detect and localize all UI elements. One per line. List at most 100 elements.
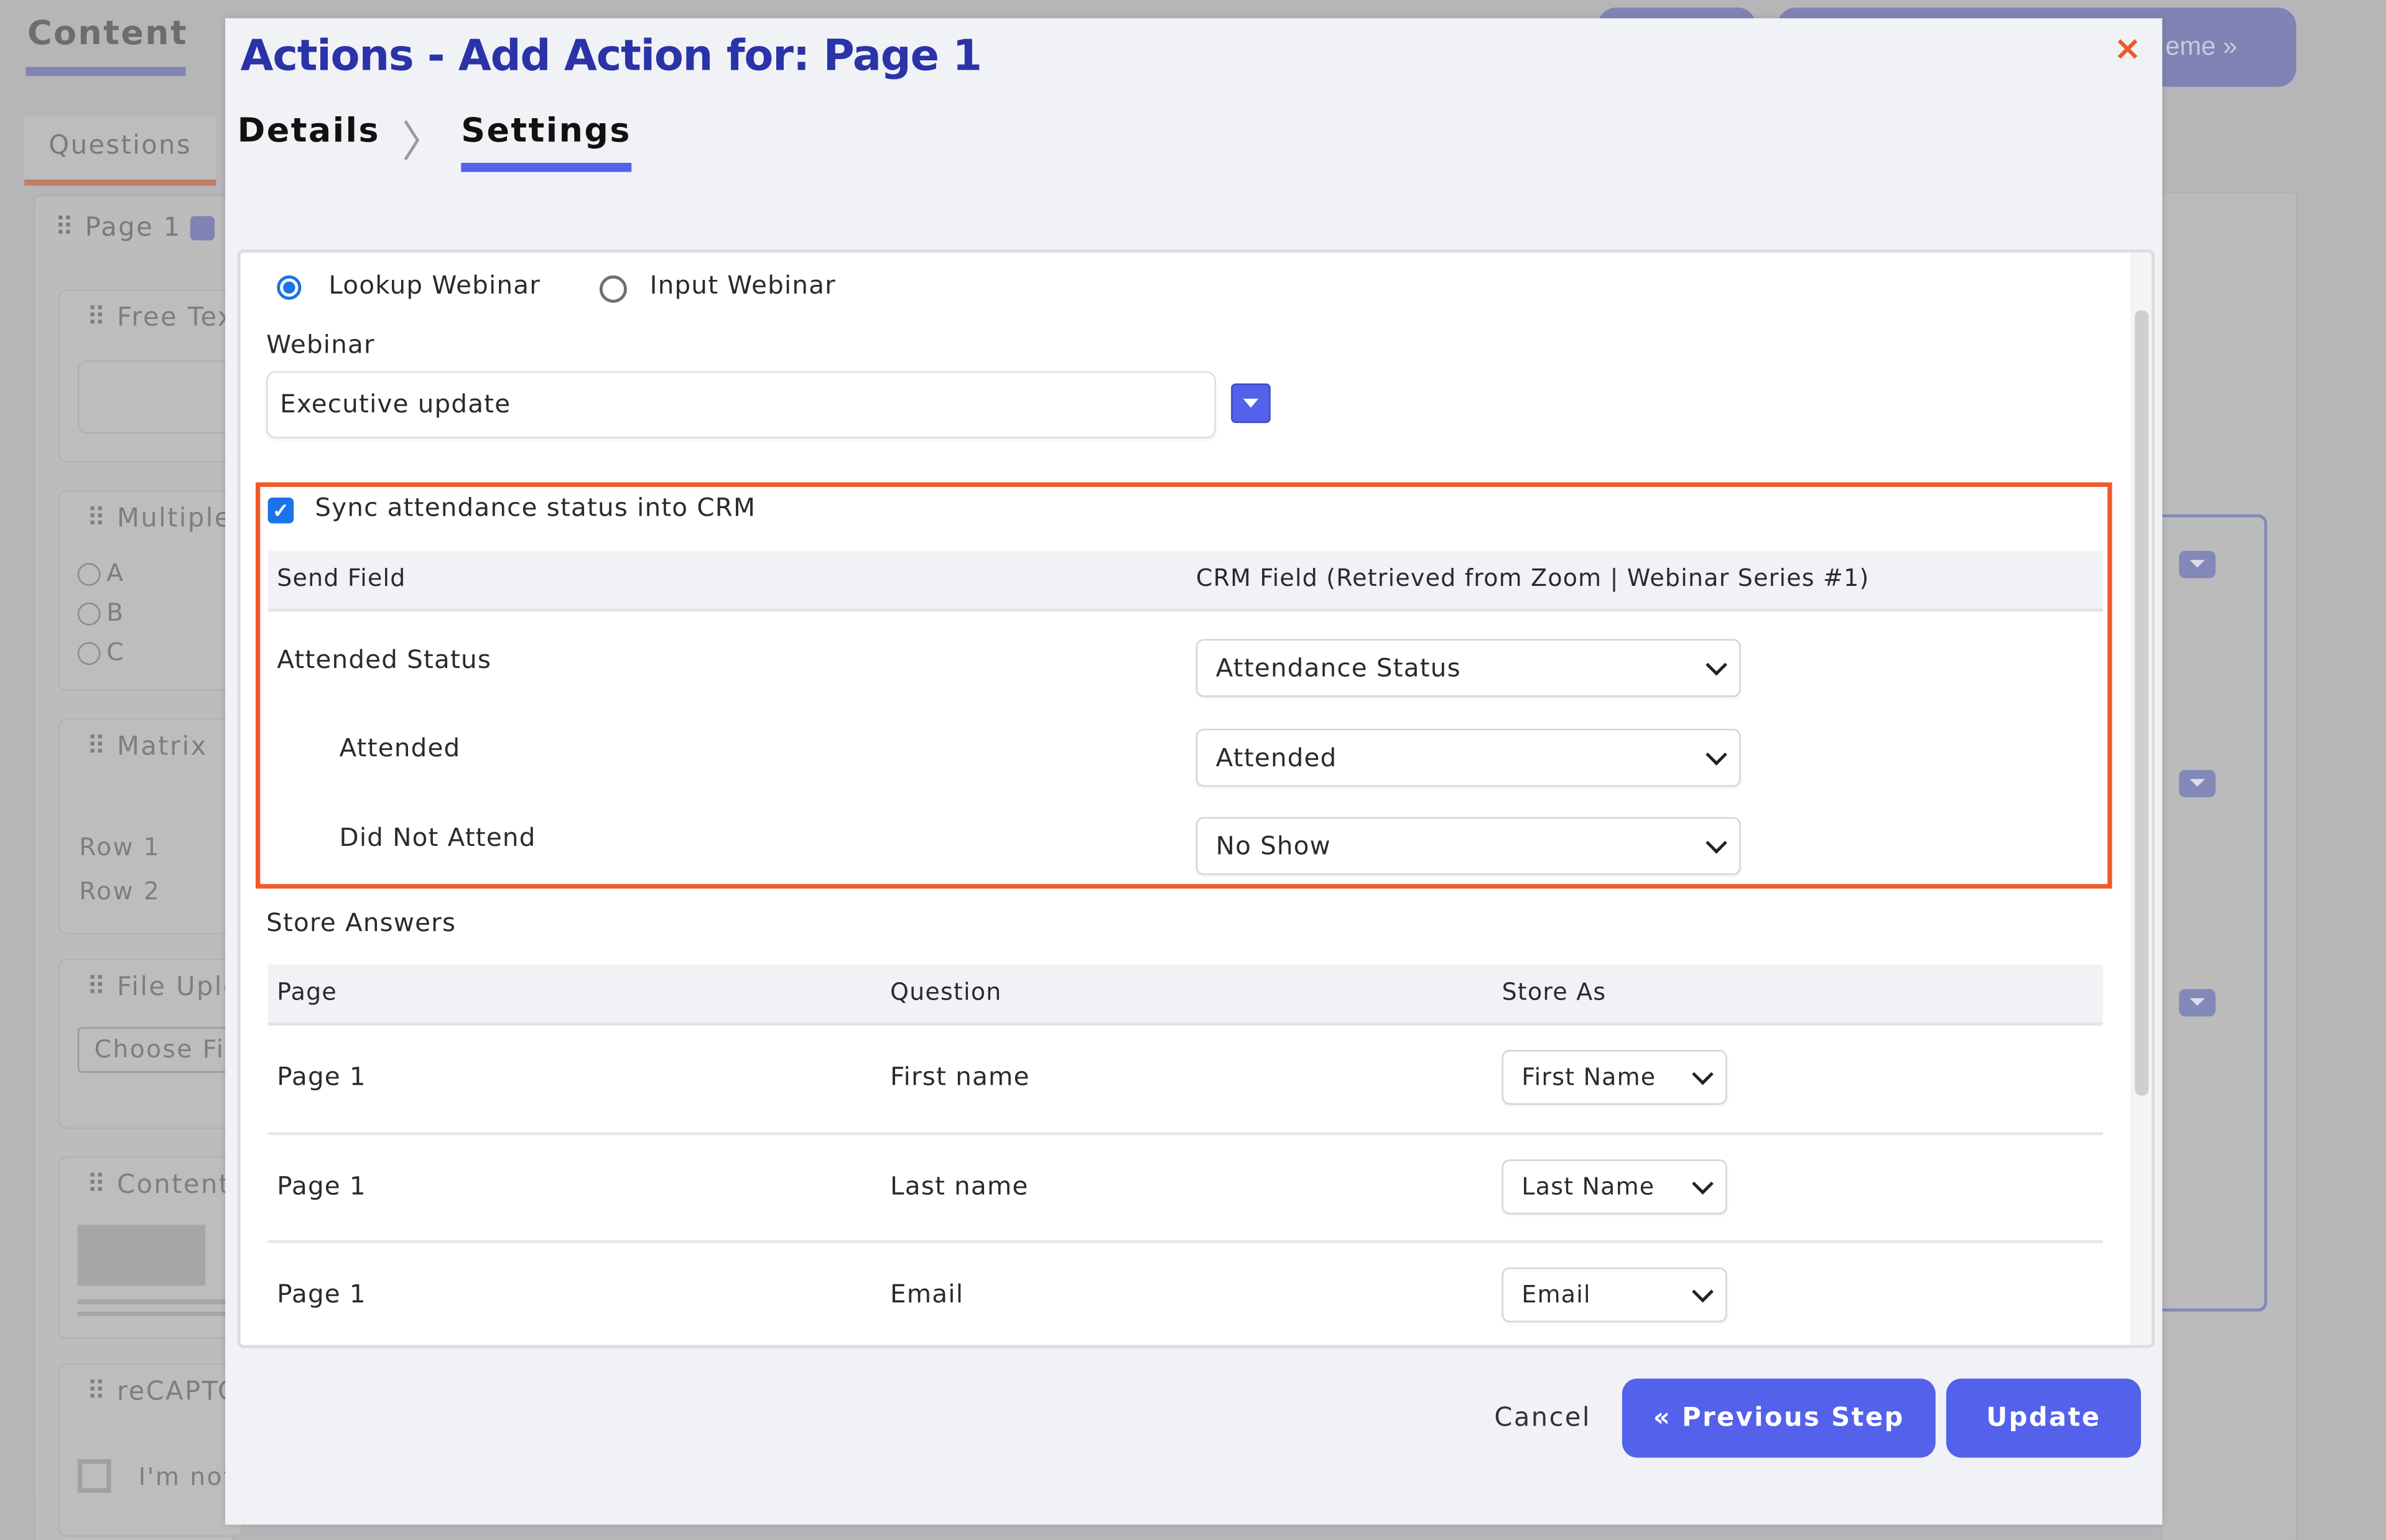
webinar-input-value: Executive update: [280, 389, 511, 419]
radio-label: Input Webinar: [649, 271, 837, 300]
radio-icon: [77, 563, 101, 586]
store-answers-title: Store Answers: [266, 908, 457, 937]
cell-page: Page 1: [277, 1062, 366, 1092]
select-value: Last Name: [1521, 1173, 1655, 1201]
close-icon[interactable]: ×: [2114, 30, 2142, 68]
scrollbar-thumb[interactable]: [2135, 310, 2149, 1096]
background-card-title: Free Tex: [117, 302, 234, 333]
background-card-file-upload: ⠿ File Uplo Choose Fi: [57, 958, 279, 1129]
column-header-crm-field: CRM Field (Retrieved from Zoom | Webinar…: [1195, 564, 1870, 592]
background-matrix-row: Row 2: [79, 876, 161, 906]
webinar-input[interactable]: Executive update: [266, 371, 1216, 438]
drag-handle-icon: ⠿: [86, 302, 118, 333]
radio-unselected-icon[interactable]: [599, 275, 627, 303]
drag-handle-icon: ⠿: [86, 1170, 118, 1201]
background-page-header: ⠿ Page 1: [55, 213, 215, 243]
crm-field-select[interactable]: No Show: [1195, 817, 1741, 875]
background-option: B: [77, 598, 125, 627]
select-value: Attendance Status: [1215, 653, 1461, 683]
crm-field-select[interactable]: Attended: [1195, 728, 1741, 787]
radio-icon: [77, 602, 101, 626]
column-header-question: Question: [890, 978, 1002, 1006]
store-answers-table-header: Page Question Store As: [267, 965, 2103, 1026]
active-step-underline: [461, 162, 632, 172]
settings-panel: Lookup Webinar Input Webinar Webinar Exe…: [237, 249, 2155, 1348]
background-dropdown-icon: [2179, 989, 2216, 1017]
background-theme-button-label: eme »: [2165, 32, 2237, 61]
background-text-line: [77, 1311, 245, 1317]
background-tab-underline: [24, 179, 216, 186]
sync-table-header: Send Field CRM Field (Retrieved from Zoo…: [267, 550, 2103, 612]
cell-question: Last name: [890, 1171, 1029, 1201]
background-tab-questions: Questions: [24, 115, 216, 183]
cell-question: First name: [890, 1062, 1030, 1092]
select-value: No Show: [1215, 831, 1331, 861]
previous-step-button[interactable]: « Previous Step: [1622, 1378, 1936, 1458]
background-card-title: Matrix: [117, 731, 208, 763]
send-field-label: Did Not Attend: [339, 823, 536, 852]
store-as-select[interactable]: Email: [1502, 1267, 1727, 1322]
table-row: Page 1 Last name Last Name: [268, 1135, 2103, 1241]
background-right-box: [2160, 514, 2268, 1312]
background-card-content: ⠿ Content: [57, 1156, 245, 1339]
background-recaptcha-label: I'm not: [138, 1462, 234, 1491]
background-page-dropdown-icon: [190, 216, 215, 241]
radio-label: Lookup Webinar: [328, 271, 541, 300]
add-action-modal: Actions - Add Action for: Page 1 × Detai…: [225, 18, 2163, 1525]
select-value: Attended: [1215, 743, 1337, 772]
table-row: Page 1 First name First Name: [268, 1026, 2103, 1132]
step-settings[interactable]: Settings: [461, 113, 631, 151]
background-page-label: Page 1: [85, 213, 182, 244]
column-header-store-as: Store As: [1502, 978, 1607, 1006]
chevron-down-icon: [1692, 1173, 1714, 1195]
column-header-send-field: Send Field: [277, 564, 406, 592]
send-field-label: Attended: [339, 733, 461, 763]
chevron-down-icon: [1692, 1281, 1714, 1303]
chevron-down-icon: [1706, 654, 1727, 676]
chevron-down-icon: [1706, 744, 1727, 766]
sync-checkbox[interactable]: ✓: [267, 497, 294, 524]
cancel-button[interactable]: Cancel: [1494, 1403, 1591, 1434]
screen: Content eme » Questions ⠿ Page 1 ⠿ Free …: [0, 0, 2386, 1540]
background-section-underline: [26, 67, 186, 77]
column-header-page: Page: [277, 978, 337, 1006]
drag-handle-icon: ⠿: [86, 1376, 118, 1408]
background-option: C: [77, 638, 125, 667]
chevron-down-icon: [1692, 1063, 1714, 1085]
background-dropdown-icon: [2179, 550, 2216, 578]
chevron-right-icon: 〉: [401, 118, 445, 166]
background-card-title: reCAPTC: [117, 1376, 238, 1408]
crm-field-select[interactable]: Attendance Status: [1195, 639, 1741, 697]
sync-checkbox-label: Sync attendance status into CRM: [315, 493, 756, 522]
background-section-title: Content: [27, 15, 188, 53]
background-matrix-row: Row 1: [79, 832, 161, 861]
cell-page: Page 1: [277, 1279, 366, 1309]
background-card-matrix: ⠿ Matrix Row 1 Row 2: [57, 718, 244, 935]
background-image-placeholder: [77, 1225, 206, 1286]
drag-handle-icon: ⠿: [86, 503, 118, 534]
cell-page: Page 1: [277, 1171, 366, 1201]
step-details[interactable]: Details: [238, 113, 380, 151]
background-card-free-text: ⠿ Free Tex: [57, 289, 264, 463]
background-checkbox-icon: [77, 1459, 111, 1493]
select-value: Email: [1521, 1281, 1591, 1309]
drag-handle-icon: ⠿: [86, 972, 118, 1003]
drag-handle-icon: ⠿: [86, 731, 118, 763]
webinar-label: Webinar: [266, 330, 375, 359]
radio-selected-icon[interactable]: [277, 275, 302, 300]
cell-question: Email: [890, 1279, 964, 1309]
table-row: Page 1 Email Email: [268, 1243, 2103, 1345]
background-card-recaptcha: ⠿ reCAPTC I'm not: [57, 1363, 244, 1537]
send-field-label: Attended Status: [277, 645, 492, 674]
store-as-select[interactable]: First Name: [1502, 1050, 1727, 1105]
chevron-down-icon: [1706, 832, 1727, 854]
modal-title: Actions - Add Action for: Page 1: [240, 30, 983, 81]
background-text-line: [77, 1299, 245, 1304]
store-as-select[interactable]: Last Name: [1502, 1159, 1727, 1215]
background-card-multiple-choice: ⠿ Multiple A B C: [57, 489, 244, 691]
update-button[interactable]: Update: [1946, 1378, 2142, 1458]
background-card-title: Multiple: [117, 503, 232, 534]
background-option: A: [77, 559, 125, 587]
background-card-title: Content: [117, 1170, 231, 1201]
webinar-dropdown-button[interactable]: [1231, 383, 1271, 424]
